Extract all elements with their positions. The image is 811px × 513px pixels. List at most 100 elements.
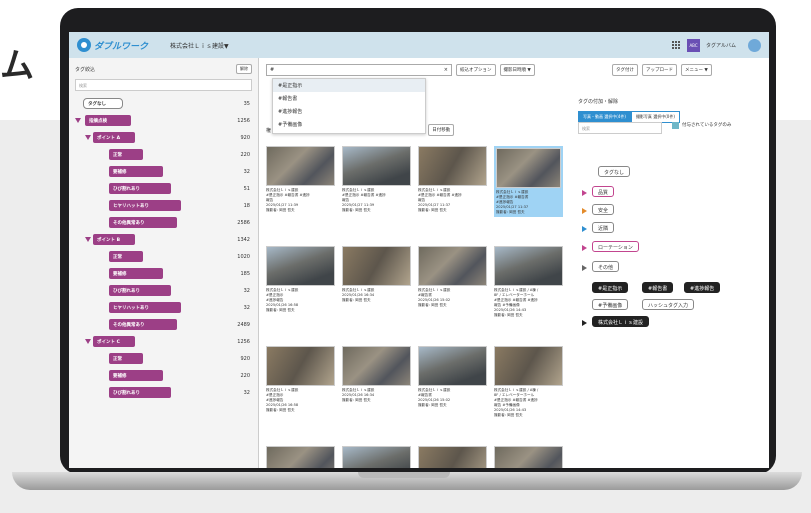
tag-row[interactable]: ポイント A 920	[69, 130, 258, 147]
assign-tag-quality[interactable]: 品質	[592, 186, 615, 197]
expand-arrow-icon[interactable]	[582, 190, 587, 196]
tag-chip[interactable]: 要補修	[109, 370, 163, 381]
tag-row[interactable]: ひび割れあり 32	[69, 283, 258, 300]
construction-photo[interactable]	[418, 246, 487, 286]
tag-chip[interactable]: 正常	[109, 353, 143, 364]
construction-photo[interactable]	[266, 446, 335, 468]
tag-row[interactable]: ヒヤリハットあり 32	[69, 300, 258, 317]
construction-photo[interactable]	[266, 246, 335, 286]
date-move-button[interactable]: 日付移動	[428, 124, 455, 136]
photo-card[interactable]: 株式会社Ｌｉｓ建設 #是正指示 #報告書 #進捗 報告 2025/01/27 11:3…	[342, 146, 411, 213]
sort-select[interactable]: 撮影日時順 ▼	[499, 64, 535, 76]
tag-row[interactable]: その他異常あり 2489	[69, 317, 258, 334]
photo-card[interactable]	[342, 446, 411, 468]
assign-tag-none[interactable]: タグなし	[598, 166, 631, 177]
photo-card[interactable]: 株式会社Ｌｉｓ建設 / A棟 /8F / エレベーターホール #是正指示 #報告書…	[494, 346, 563, 418]
construction-photo[interactable]	[496, 148, 561, 188]
construction-photo[interactable]	[266, 146, 335, 186]
user-avatar[interactable]	[748, 38, 761, 52]
only-assigned-checkbox[interactable]: 付与されているタグのみ	[672, 122, 762, 129]
photo-card[interactable]: 株式会社Ｌｉｓ建設 #是正指示 #進捗報告 2025/01/26 16:58 撮影者: …	[266, 246, 335, 313]
photo-card[interactable]: 株式会社Ｌｉｓ建設 #是正指示 #進捗報告 2025/01/26 16:58 撮影者: …	[266, 346, 335, 413]
tag-row[interactable]: タグなし 35	[69, 96, 258, 113]
photo-card[interactable]: 株式会社Ｌｉｓ建設 / A棟 /8F / エレベーターホール #是正指示 #報告書…	[494, 246, 563, 318]
construction-photo[interactable]	[342, 346, 411, 386]
hashtag-chip[interactable]: #是正指示	[592, 282, 629, 293]
construction-photo[interactable]	[494, 446, 563, 468]
collapse-triangle-icon[interactable]	[75, 118, 81, 123]
tag-row[interactable]: ポイント C 1256	[69, 334, 258, 351]
collapse-triangle-icon[interactable]	[85, 135, 91, 140]
upload-button[interactable]: アップロード	[642, 64, 677, 76]
assign-tag-safety[interactable]: 安全	[592, 204, 615, 215]
tag-chip[interactable]: 要補修	[109, 166, 163, 177]
clear-search-icon[interactable]: ×	[444, 67, 448, 73]
menu-button[interactable]: メニュー ▼	[681, 64, 712, 76]
tag-chip[interactable]: ひび割れあり	[109, 285, 171, 296]
construction-photo[interactable]	[342, 446, 411, 468]
tag-chip[interactable]: ひび割れあり	[109, 183, 171, 194]
suggestion-item[interactable]: #報告書	[273, 92, 425, 105]
expand-arrow-icon[interactable]	[582, 265, 587, 271]
assign-tag-rotation[interactable]: ローテーション	[592, 241, 639, 252]
tag-chip[interactable]: ポイント C	[93, 336, 135, 347]
construction-photo[interactable]	[342, 246, 411, 286]
tag-chip[interactable]: 指摘点検	[85, 115, 131, 126]
tag-row[interactable]: 要補修 32	[69, 164, 258, 181]
company-tag[interactable]: 株式会社Ｌｉｓ建設	[592, 316, 650, 327]
hashtag-chip[interactable]: #報告書	[642, 282, 674, 293]
assign-tag-other[interactable]: その他	[592, 261, 620, 272]
hashtag-search-input[interactable]: # ×	[266, 64, 452, 76]
photo-card[interactable]: 株式会社Ｌｉｓ建設 2025/01/26 16:34 撮影者: 岡田 哲夫	[342, 246, 411, 303]
tag-chip[interactable]: ひび割れあり	[109, 387, 171, 398]
tag-search-input[interactable]: 検索	[75, 79, 252, 91]
photo-card[interactable]: 株式会社Ｌｉｓ建設 #報告書 2025/01/26 15:02 撮影者: 岡田 哲夫	[418, 346, 487, 408]
photo-card[interactable]	[494, 446, 563, 468]
tag-chip[interactable]: 要補修	[109, 268, 163, 279]
collapse-triangle-icon[interactable]	[85, 339, 91, 344]
suggestion-item[interactable]: #進捗報告	[273, 105, 425, 118]
hashtag-chip[interactable]: #進捗報告	[684, 282, 721, 293]
tag-chip[interactable]: 正常	[109, 149, 143, 160]
photo-card[interactable]: 株式会社Ｌｉｓ建設 #是正指示 #報告書 #進捗 報告 2025/01/27 11:3…	[266, 146, 335, 213]
photo-card[interactable]	[418, 446, 487, 468]
construction-photo[interactable]	[418, 446, 487, 468]
tag-row[interactable]: ひび割れあり 32	[69, 385, 258, 402]
assign-tag-neighborhood[interactable]: 近隣	[592, 222, 615, 233]
construction-photo[interactable]	[494, 246, 563, 286]
app-logo[interactable]: ダブルワーク	[77, 38, 148, 52]
photo-card[interactable]: 株式会社Ｌｉｓ建設 #是正指示 #報告書 #進捗 報告 2025/01/27 11:3…	[418, 146, 487, 213]
suggestion-item[interactable]: #予備画像	[273, 118, 425, 131]
photo-card[interactable]: 株式会社Ｌｉｓ建設 2025/01/26 16:34 撮影者: 岡田 哲夫	[342, 346, 411, 403]
team-avatar[interactable]: ABC	[687, 38, 701, 52]
tag-chip[interactable]: その他異常あり	[109, 217, 177, 228]
construction-photo[interactable]	[418, 146, 487, 186]
construction-photo[interactable]	[266, 346, 335, 386]
tag-row[interactable]: ポイント B 1342	[69, 232, 258, 249]
tag-row[interactable]: ヒヤリハットあり 18	[69, 198, 258, 215]
photo-card[interactable]: 株式会社Ｌｉｓ建設 #報告書 2025/01/26 15:02 撮影者: 岡田 哲夫	[418, 246, 487, 308]
tag-row[interactable]: 正常 220	[69, 147, 258, 164]
tag-row[interactable]: 正常 920	[69, 351, 258, 368]
clear-filter-button[interactable]: 解除	[236, 64, 252, 74]
filter-options-button[interactable]: 絞込オプション	[456, 64, 496, 76]
construction-photo[interactable]	[418, 346, 487, 386]
expand-arrow-icon[interactable]	[582, 245, 587, 251]
expand-arrow-icon[interactable]	[582, 320, 587, 326]
tag-row[interactable]: ひび割れあり 51	[69, 181, 258, 198]
photo-card[interactable]: 株式会社Ｌｉｓ建設 #是正指示 #報告書 #進捗報告 2025/01/27 11:37…	[494, 146, 563, 217]
expand-arrow-icon[interactable]	[582, 226, 587, 232]
tag-chip[interactable]: その他異常あり	[109, 319, 177, 330]
tag-chip[interactable]: ヒヤリハットあり	[109, 200, 181, 211]
tag-row[interactable]: 指摘点検 1256	[69, 113, 258, 130]
tag-chip[interactable]: ヒヤリハットあり	[109, 302, 181, 313]
tag-row[interactable]: その他異常あり 2586	[69, 215, 258, 232]
collapse-triangle-icon[interactable]	[85, 237, 91, 242]
tag-button[interactable]: タグ付け	[612, 64, 638, 76]
tag-chip[interactable]: ポイント A	[93, 132, 135, 143]
assign-tag-search[interactable]: 検索	[578, 122, 662, 134]
photo-card[interactable]	[266, 446, 335, 468]
tag-chip[interactable]: タグなし	[83, 98, 123, 109]
tag-chip[interactable]: 正常	[109, 251, 143, 262]
tag-chip[interactable]: ポイント B	[93, 234, 135, 245]
